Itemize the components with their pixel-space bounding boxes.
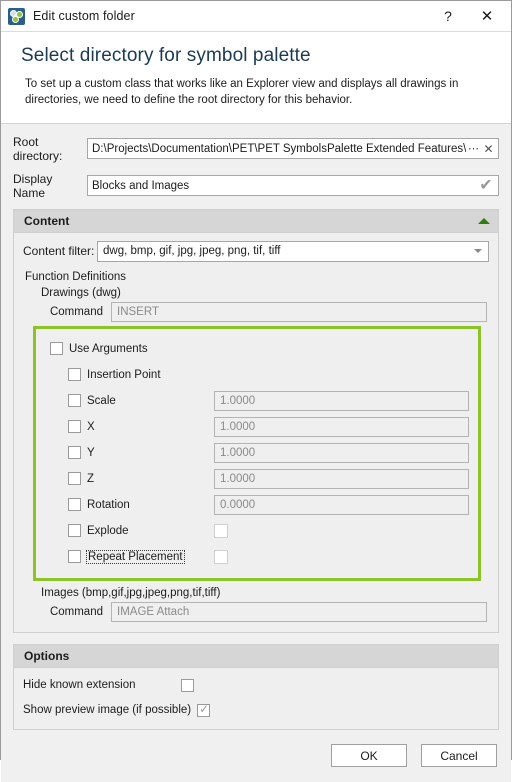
ok-button[interactable]: OK: [331, 744, 407, 768]
argument-row: Y 1.0000: [36, 440, 478, 466]
z-checkbox[interactable]: [68, 472, 81, 486]
argument-row: Rotation 0.0000: [36, 492, 478, 518]
x-checkbox[interactable]: [68, 420, 81, 434]
drawings-command-row: Command INSERT: [41, 301, 489, 322]
dialog-footer: OK Cancel: [1, 729, 511, 782]
function-definitions-label: Function Definitions: [25, 270, 126, 283]
window-title: Edit custom folder: [33, 9, 135, 23]
content-group: Content Content filter: dwg, bmp, gif, j…: [13, 208, 499, 633]
display-name-value: Blocks and Images: [92, 179, 190, 192]
close-icon[interactable]: ✕: [465, 1, 509, 31]
app-logo-icon: [8, 7, 25, 25]
page-title: Select directory for symbol palette: [21, 45, 311, 66]
z-input[interactable]: 1.0000: [214, 468, 469, 489]
rotation-label: Rotation: [87, 498, 130, 511]
images-command-row: Command IMAGE Attach: [41, 601, 489, 622]
y-input[interactable]: 1.0000: [214, 442, 469, 463]
explode-value-checkbox[interactable]: [214, 523, 228, 538]
display-name-label: Display Name: [13, 171, 53, 200]
display-name-row: Display Name Blocks and Images ✔: [13, 172, 499, 200]
y-checkbox[interactable]: [68, 446, 81, 460]
display-name-input[interactable]: Blocks and Images ✔: [87, 175, 499, 197]
x-label: X: [87, 420, 95, 433]
show-preview-image-label: Show preview image (if possible): [23, 704, 192, 717]
options-group-title: Options: [24, 648, 70, 663]
show-preview-image-checkbox[interactable]: [197, 702, 211, 717]
content-filter-row: Content filter: dwg, bmp, gif, jpg, jpeg…: [23, 240, 489, 262]
drawings-command-input[interactable]: INSERT: [111, 301, 487, 322]
option-row: Hide known extension: [14, 673, 498, 698]
content-filter-label: Content filter:: [23, 244, 95, 259]
valid-check-icon: ✔: [479, 176, 493, 194]
repeat-placement-value-checkbox[interactable]: [214, 549, 228, 564]
root-directory-input[interactable]: D:\Projects\Documentation\PET\PET Symbol…: [87, 138, 499, 160]
dialog-body: Root directory: D:\Projects\Documentatio…: [1, 123, 511, 730]
chevron-down-icon[interactable]: [474, 249, 482, 254]
content-filter-value: dwg, bmp, gif, jpg, jpeg, png, tif, tiff: [103, 245, 281, 258]
content-group-header[interactable]: Content: [14, 209, 498, 233]
hide-known-extension-label: Hide known extension: [23, 679, 136, 692]
argument-row: Z 1.0000: [36, 466, 478, 492]
root-directory-row: Root directory: D:\Projects\Documentatio…: [13, 135, 499, 163]
browse-ellipsis-icon[interactable]: ⋯: [466, 142, 481, 155]
rotation-checkbox[interactable]: [68, 498, 81, 512]
help-button[interactable]: ?: [431, 1, 465, 31]
title-bar: Edit custom folder ? ✕: [1, 1, 511, 32]
use-arguments-label: Use Arguments: [69, 342, 148, 355]
chevron-up-icon[interactable]: [478, 217, 490, 224]
edit-custom-folder-dialog: Edit custom folder ? ✕ Select directory …: [0, 0, 512, 782]
scale-input[interactable]: 1.0000: [214, 390, 469, 411]
argument-row: Repeat Placement: [36, 544, 478, 570]
images-command-label: Command: [49, 605, 103, 618]
insertion-point-checkbox[interactable]: [68, 368, 81, 382]
clear-icon[interactable]: ✕: [481, 142, 496, 156]
page-description: To set up a custom class that works like…: [25, 78, 459, 107]
y-label: Y: [87, 446, 95, 459]
explode-checkbox[interactable]: [68, 524, 81, 538]
explode-label: Explode: [87, 524, 129, 537]
options-group: Options Hide known extension Show previe…: [13, 643, 499, 730]
root-directory-label: Root directory:: [13, 134, 63, 163]
use-arguments-row: Use Arguments: [36, 336, 478, 362]
option-row: Show preview image (if possible): [14, 698, 498, 723]
argument-row: Scale 1.0000: [36, 388, 478, 414]
content-filter-select[interactable]: dwg, bmp, gif, jpg, jpeg, png, tif, tiff: [97, 240, 489, 262]
rotation-input[interactable]: 0.0000: [214, 494, 469, 515]
root-directory-value: D:\Projects\Documentation\PET\PET Symbol…: [92, 142, 466, 155]
argument-row: Insertion Point: [36, 362, 478, 388]
drawings-command-label: Command: [49, 305, 103, 318]
header-band: Select directory for symbol palette To s…: [1, 32, 511, 124]
z-label: Z: [87, 472, 95, 485]
scale-label: Scale: [87, 394, 116, 407]
insertion-point-label: Insertion Point: [87, 368, 161, 381]
content-group-title: Content: [24, 213, 70, 228]
content-group-body: Content filter: dwg, bmp, gif, jpg, jpeg…: [14, 233, 498, 632]
hide-known-extension-checkbox[interactable]: [180, 678, 194, 692]
repeat-placement-label: Repeat Placement: [86, 549, 185, 564]
images-command-input[interactable]: IMAGE Attach: [111, 601, 487, 622]
options-group-header[interactable]: Options: [14, 644, 498, 668]
argument-row: X 1.0000: [36, 414, 478, 440]
scale-checkbox[interactable]: [68, 394, 81, 408]
images-section-label: Images (bmp,gif,jpg,jpeg,png,tif,tiff): [41, 586, 221, 599]
use-arguments-highlight: Use Arguments Insertion Point Scale 1.00…: [33, 325, 481, 581]
drawings-section-label: Drawings (dwg): [41, 286, 121, 299]
use-arguments-checkbox[interactable]: [50, 342, 63, 356]
x-input[interactable]: 1.0000: [214, 416, 469, 437]
argument-row: Explode: [36, 518, 478, 544]
cancel-button[interactable]: Cancel: [421, 744, 497, 768]
options-group-body: Hide known extension Show preview image …: [14, 668, 498, 729]
repeat-placement-checkbox[interactable]: [68, 550, 81, 564]
